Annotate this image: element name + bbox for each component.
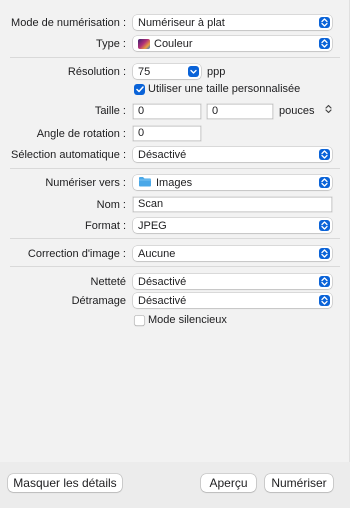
separator (10, 238, 340, 239)
custom-size-label: Utiliser une taille personnalisée (148, 83, 301, 95)
name-field[interactable]: Scan (133, 197, 332, 212)
preview-button[interactable]: Aperçu (201, 474, 256, 492)
chevron-updown-icon (319, 276, 330, 287)
chevron-updown-icon (319, 149, 330, 160)
descreen-value: Désactivé (138, 294, 187, 307)
format-popup[interactable]: JPEG (133, 218, 332, 233)
settings-panel: Mode de numérisation : Numériseur à plat… (0, 0, 350, 462)
separator (10, 57, 340, 58)
sharpness-value: Désactivé (138, 275, 187, 288)
hide-details-button[interactable]: Masquer les détails (8, 474, 122, 492)
name-label: Nom : (96, 199, 126, 211)
resolution-unit: ppp (207, 66, 226, 78)
size-label: Taille : (94, 105, 126, 117)
chevron-updown-icon (319, 17, 330, 28)
resolution-label: Résolution : (67, 66, 126, 78)
folder-icon (138, 176, 152, 190)
scan-mode-value: Numériseur à plat (138, 16, 225, 29)
chevron-down-icon (188, 66, 199, 77)
descreen-popup[interactable]: Désactivé (133, 293, 332, 308)
chevron-updown-icon (319, 248, 330, 259)
chevron-updown-icon (319, 177, 330, 188)
silent-mode-checkbox[interactable] (134, 315, 145, 326)
sharpness-label: Netteté (90, 276, 126, 288)
descreen-label: Détramage (71, 295, 126, 307)
scan-mode-label: Mode de numérisation : (11, 17, 126, 29)
scan-mode-popup[interactable]: Numériseur à plat (133, 15, 332, 30)
color-photo-icon (138, 38, 150, 49)
chevron-updown-icon (319, 38, 330, 49)
rotation-field[interactable]: 0 (133, 126, 201, 141)
rotation-label: Angle de rotation : (36, 128, 126, 140)
scan-to-label: Numériser vers : (45, 177, 126, 189)
auto-select-value: Désactivé (138, 148, 187, 161)
type-label: Type : (96, 38, 126, 50)
resolution-combo[interactable]: 75 (133, 64, 201, 79)
separator (10, 168, 340, 169)
size-height-field[interactable]: 0 (207, 104, 273, 119)
sharpness-popup[interactable]: Désactivé (133, 274, 332, 289)
auto-select-label: Sélection automatique : (11, 149, 126, 161)
scan-button[interactable]: Numériser (265, 474, 333, 492)
chevron-updown-icon (319, 295, 330, 306)
separator (10, 266, 340, 267)
format-value: JPEG (138, 219, 167, 232)
auto-select-popup[interactable]: Désactivé (133, 147, 332, 162)
size-unit-label: pouces (279, 105, 315, 117)
custom-size-checkbox[interactable] (134, 84, 145, 95)
size-width-field[interactable]: 0 (133, 104, 201, 119)
image-correction-value: Aucune (138, 247, 176, 260)
format-label: Format : (85, 220, 126, 232)
scan-to-popup[interactable]: Images (133, 175, 332, 190)
chevron-updown-icon (319, 220, 330, 231)
image-correction-label: Correction d'image : (27, 248, 126, 260)
image-correction-popup[interactable]: Aucune (133, 246, 332, 261)
unit-stepper-icon[interactable] (325, 104, 332, 117)
type-popup[interactable]: Couleur (133, 36, 332, 51)
scan-to-value: Images (156, 176, 193, 189)
silent-mode-label: Mode silencieux (148, 314, 227, 326)
type-value: Couleur (154, 37, 193, 50)
